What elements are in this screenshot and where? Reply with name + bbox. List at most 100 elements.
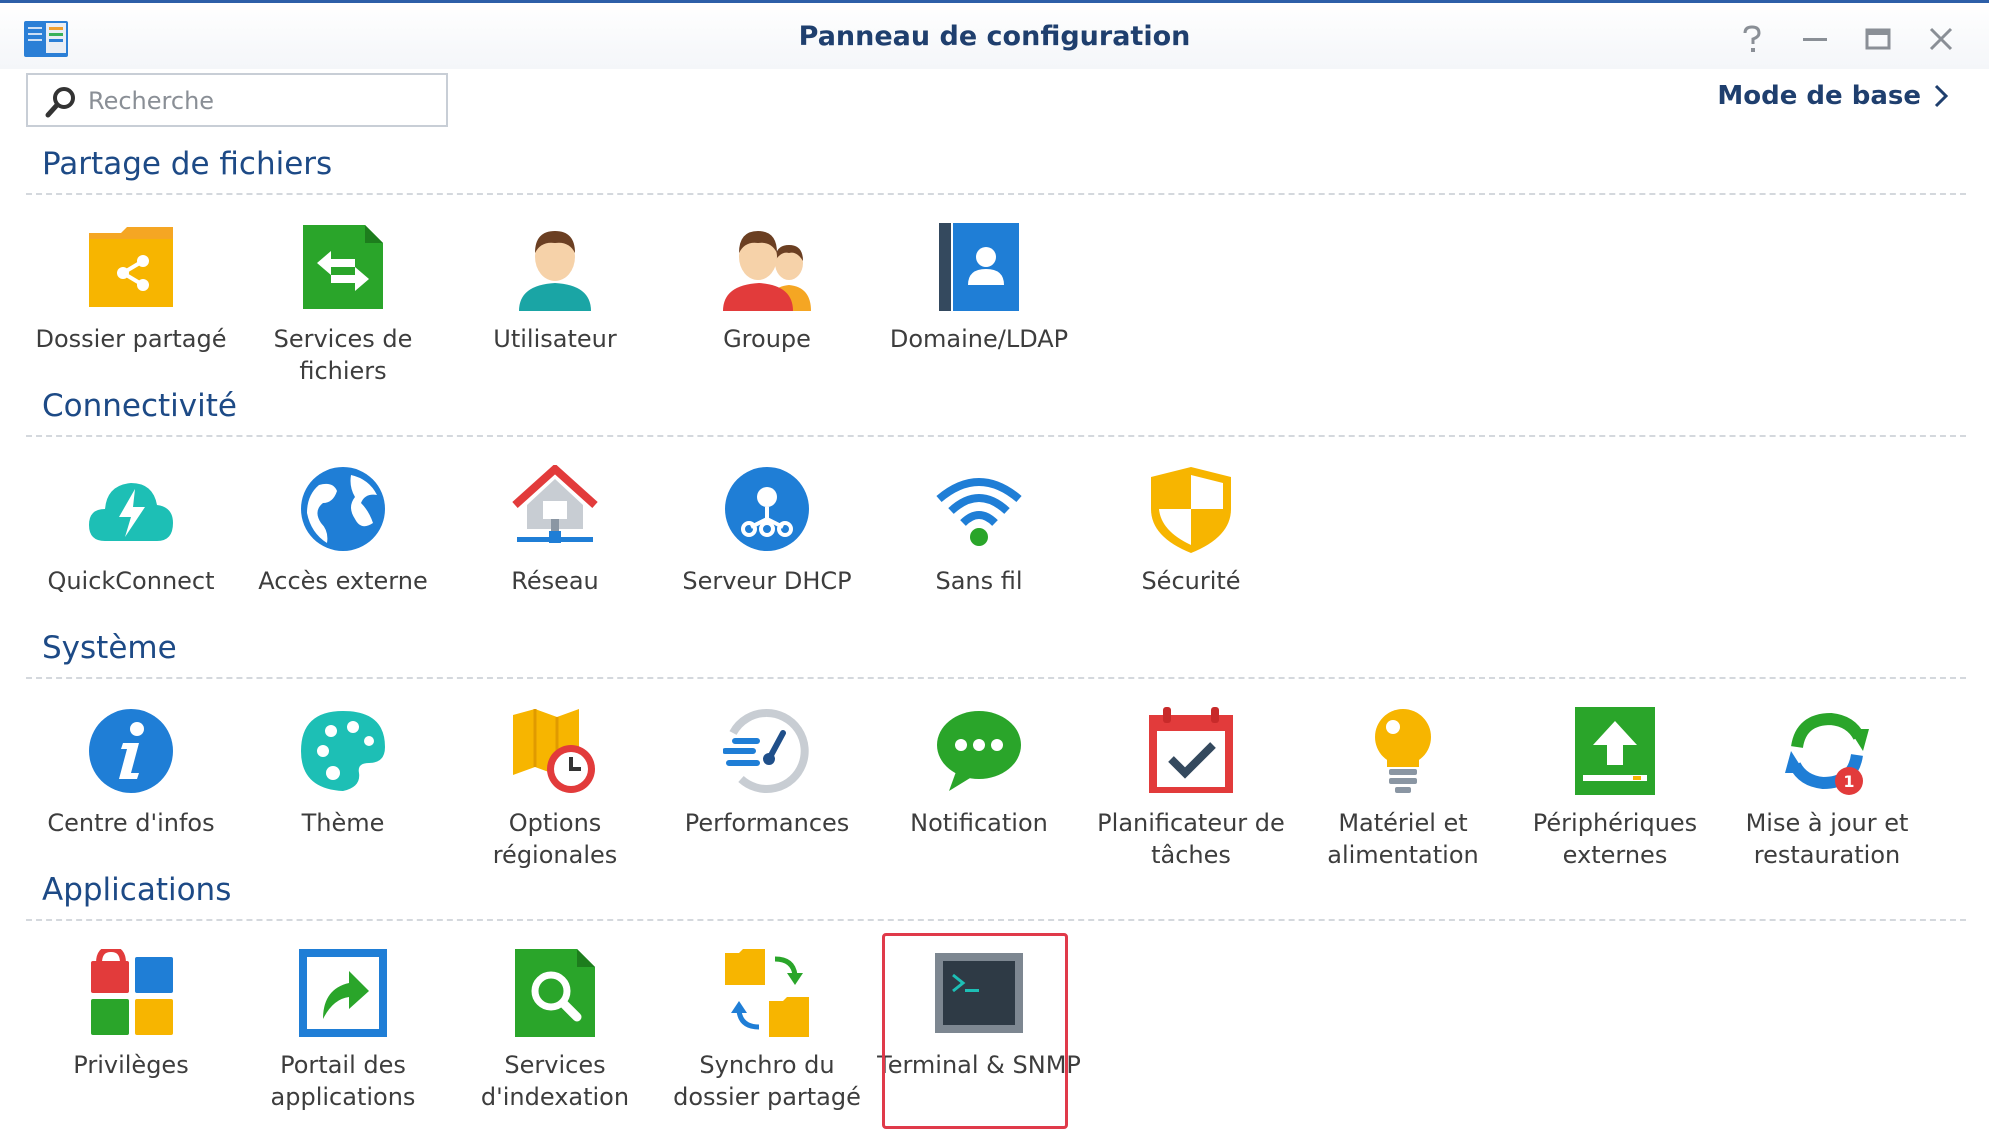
item-file-services[interactable]: Services de fichiers	[237, 223, 449, 393]
domain-ldap-icon	[939, 223, 1019, 311]
section-divider	[26, 435, 1966, 437]
item-label: QuickConnect	[47, 567, 215, 595]
item-label: Groupe	[723, 325, 811, 353]
item-label: Notification	[910, 809, 1048, 837]
item-label: Performances	[684, 809, 850, 837]
close-icon	[1929, 27, 1953, 51]
info-center-icon	[89, 709, 173, 793]
external-access-icon	[301, 467, 385, 551]
quickconnect-icon	[89, 483, 173, 541]
item-notification[interactable]: Notification	[873, 707, 1085, 877]
maximize-button[interactable]	[1858, 19, 1898, 59]
item-regional-options[interactable]: Options régionales	[449, 707, 661, 877]
item-security[interactable]: Sécurité	[1085, 465, 1297, 635]
item-performance[interactable]: Performances	[661, 707, 873, 877]
section-divider	[26, 677, 1966, 679]
item-label: Mise à jour et restauration	[1745, 809, 1909, 869]
section-divider	[26, 919, 1966, 921]
window-title: Panneau de configuration	[798, 21, 1191, 52]
control-panel-window: Panneau de configuration Recherche Mode …	[0, 0, 1989, 1138]
shared-folder-sync-icon	[725, 949, 809, 1037]
item-label: Centre d'infos	[47, 809, 215, 837]
update-badge: 1	[1843, 772, 1854, 791]
item-label: Serveur DHCP	[682, 567, 852, 595]
close-button[interactable]	[1921, 19, 1961, 59]
external-devices-icon	[1575, 707, 1655, 795]
item-shared-folder-sync[interactable]: Synchro du dossier partagé	[661, 949, 873, 1119]
wireless-icon	[936, 478, 1022, 546]
item-dhcp-server[interactable]: Serveur DHCP	[661, 465, 873, 635]
item-label: Options régionales	[492, 809, 618, 869]
application-portal-icon	[299, 949, 387, 1037]
section-title-system: Système	[42, 630, 177, 666]
help-icon	[1743, 25, 1761, 52]
hardware-power-icon	[1375, 709, 1431, 793]
theme-icon	[301, 711, 385, 791]
search-box[interactable]	[26, 73, 448, 127]
item-label: Planificateur de tâches	[1097, 809, 1285, 869]
notification-icon	[937, 711, 1021, 791]
section-divider	[26, 193, 1966, 195]
item-indexing-service[interactable]: Services d'indexation	[449, 949, 661, 1119]
item-label: Accès externe	[258, 567, 428, 595]
section-title-connectivity: Connectivité	[42, 388, 237, 424]
item-label: Réseau	[511, 567, 599, 595]
chevron-right-icon	[1934, 84, 1949, 108]
item-label: Domaine/LDAP	[889, 325, 1069, 353]
performance-icon	[723, 708, 809, 793]
section-title-applications: Applications	[42, 872, 232, 908]
item-label: Sécurité	[1141, 567, 1241, 595]
item-external-access[interactable]: Accès externe	[237, 465, 449, 635]
user-icon	[519, 231, 591, 311]
indexing-service-icon	[515, 949, 595, 1037]
item-label: Thème	[301, 809, 385, 837]
item-label: Matériel et alimentation	[1327, 809, 1479, 869]
item-label: Services d'indexation	[480, 1051, 630, 1111]
group-icon	[723, 231, 811, 311]
item-label: Portail des applications	[270, 1051, 416, 1111]
dhcp-server-icon	[725, 467, 809, 551]
item-label: Dossier partagé	[35, 325, 227, 353]
minimize-button[interactable]	[1795, 19, 1835, 59]
help-button[interactable]	[1732, 19, 1772, 59]
search-input[interactable]	[86, 83, 430, 119]
network-icon	[512, 465, 598, 543]
item-hardware-power[interactable]: Matériel et alimentation	[1297, 707, 1509, 877]
update-restore-icon: 1	[1785, 712, 1869, 795]
item-quickconnect[interactable]: QuickConnect	[25, 465, 237, 635]
task-scheduler-icon	[1149, 707, 1233, 793]
shared-folder-icon	[89, 227, 173, 307]
basic-mode-link[interactable]: Mode de base	[1717, 81, 1949, 111]
item-network[interactable]: Réseau	[449, 465, 661, 635]
basic-mode-label: Mode de base	[1717, 81, 1921, 111]
title-bar: Panneau de configuration	[0, 3, 1989, 69]
item-label: Synchro du dossier partagé	[673, 1051, 861, 1111]
item-domain-ldap[interactable]: Domaine/LDAP	[873, 223, 1085, 393]
highlight-frame	[882, 933, 1068, 1129]
item-external-devices[interactable]: Périphériques externes	[1509, 707, 1721, 877]
privileges-icon	[91, 949, 173, 1035]
item-wireless[interactable]: Sans fil	[873, 465, 1085, 635]
item-shared-folder[interactable]: Dossier partagé	[25, 223, 237, 393]
item-info-center[interactable]: Centre d'infos	[25, 707, 237, 877]
maximize-icon	[1865, 28, 1891, 50]
item-label: Utilisateur	[493, 325, 617, 353]
item-update-restore[interactable]: 1 Mise à jour et restauration	[1721, 707, 1933, 877]
item-label: Périphériques externes	[1532, 809, 1698, 869]
toolbar: Mode de base	[0, 69, 1989, 133]
regional-options-icon	[513, 709, 595, 793]
item-user[interactable]: Utilisateur	[449, 223, 661, 393]
minimize-icon	[1803, 38, 1827, 41]
item-label: Sans fil	[935, 567, 1023, 595]
search-icon	[45, 87, 75, 118]
file-services-icon	[303, 225, 383, 309]
section-title-file-sharing: Partage de fichiers	[42, 146, 333, 182]
item-privileges[interactable]: Privilèges	[25, 949, 237, 1119]
security-icon	[1151, 467, 1231, 553]
item-label: Privilèges	[73, 1051, 189, 1079]
item-label: Services de fichiers	[273, 325, 413, 385]
item-theme[interactable]: Thème	[237, 707, 449, 877]
item-group[interactable]: Groupe	[661, 223, 873, 393]
item-task-scheduler[interactable]: Planificateur de tâches	[1085, 707, 1297, 877]
item-application-portal[interactable]: Portail des applications	[237, 949, 449, 1119]
